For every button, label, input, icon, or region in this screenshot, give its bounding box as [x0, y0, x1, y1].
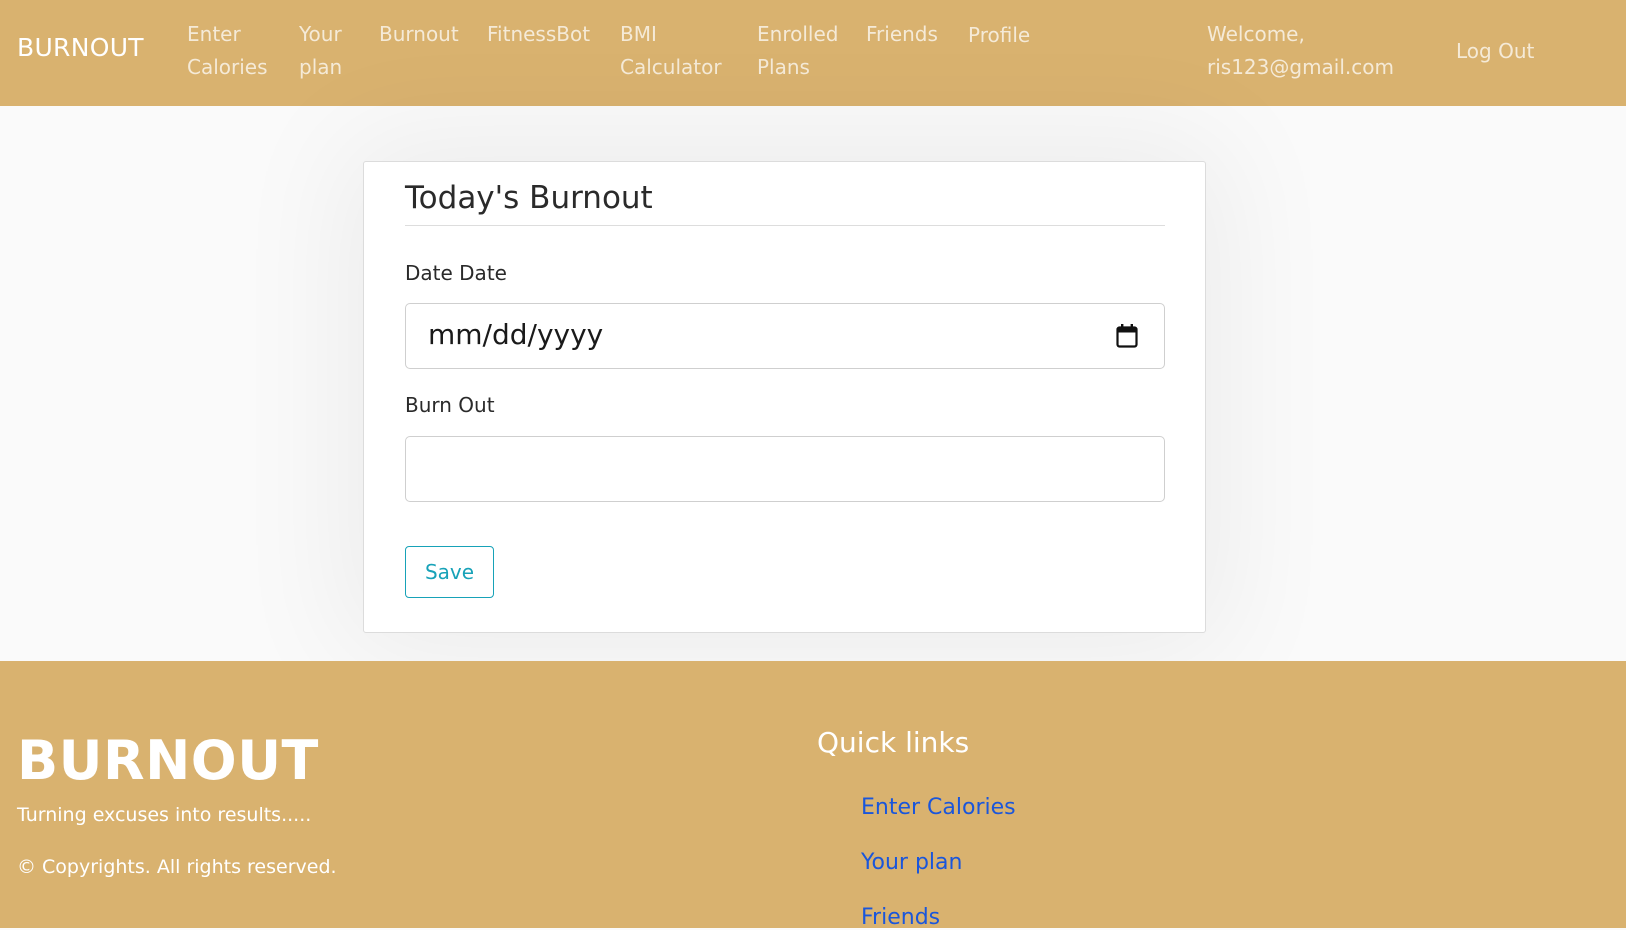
quick-link-your-plan[interactable]: Your plan — [861, 850, 962, 875]
site-footer: BURNOUT Turning excuses into results....… — [0, 661, 1626, 930]
nav-link-label: Profile — [968, 23, 1031, 47]
nav-link-friends[interactable]: Friends — [866, 18, 938, 51]
brand-logo-link[interactable]: BURNOUT — [17, 33, 144, 62]
nav-link-enter-calories[interactable]: Enter Calories — [187, 18, 268, 84]
nav-link-label: BMI — [620, 22, 657, 46]
logout-link[interactable]: Log Out — [1456, 35, 1534, 68]
card-title: Today's Burnout — [405, 180, 653, 216]
nav-link-label: plan — [299, 55, 343, 79]
quick-link-enter-calories[interactable]: Enter Calories — [861, 795, 1016, 820]
nav-link-enrolled-plans[interactable]: Enrolled Plans — [757, 18, 838, 84]
nav-link-label: Friends — [866, 22, 938, 46]
save-button[interactable]: Save — [405, 546, 494, 598]
nav-link-label: Calculator — [620, 55, 722, 79]
date-label: Date Date — [405, 261, 507, 285]
burnout-form-card: Today's Burnout Date Date mm/dd/yyyy Bur… — [363, 161, 1206, 633]
title-divider — [405, 225, 1165, 226]
footer-tagline: Turning excuses into results..... — [17, 804, 312, 826]
nav-link-label: Calories — [187, 55, 268, 79]
nav-link-label: Plans — [757, 55, 810, 79]
nav-link-bmi-calculator[interactable]: BMI Calculator — [620, 18, 722, 84]
top-navbar: BURNOUT Enter Calories Your plan Burnout… — [0, 0, 1626, 106]
date-input[interactable]: mm/dd/yyyy — [405, 303, 1165, 369]
burnout-label: Burn Out — [405, 393, 495, 417]
welcome-label: Welcome, — [1207, 22, 1305, 46]
footer-brand: BURNOUT — [17, 729, 319, 792]
welcome-user-text: Welcome, ris123@gmail.com — [1207, 18, 1394, 84]
nav-link-your-plan[interactable]: Your plan — [299, 18, 342, 84]
nav-link-label: Enrolled — [757, 22, 839, 46]
nav-link-label: FitnessBot — [487, 22, 591, 46]
nav-link-label: Enter — [187, 22, 241, 46]
nav-link-fitnessbot[interactable]: FitnessBot — [487, 18, 590, 51]
nav-link-burnout[interactable]: Burnout — [379, 18, 459, 51]
calendar-icon[interactable] — [1116, 324, 1138, 348]
nav-link-profile[interactable]: Profile — [968, 19, 1030, 52]
quick-links-title: Quick links — [817, 726, 970, 759]
date-placeholder: mm/dd/yyyy — [428, 318, 604, 351]
footer-copyright: © Copyrights. All rights reserved. — [17, 856, 337, 878]
burnout-input[interactable] — [405, 436, 1165, 502]
nav-link-label: Your — [299, 22, 342, 46]
user-email: ris123@gmail.com — [1207, 55, 1394, 79]
nav-link-label: Burnout — [379, 22, 459, 46]
quick-link-friends[interactable]: Friends — [861, 905, 940, 930]
